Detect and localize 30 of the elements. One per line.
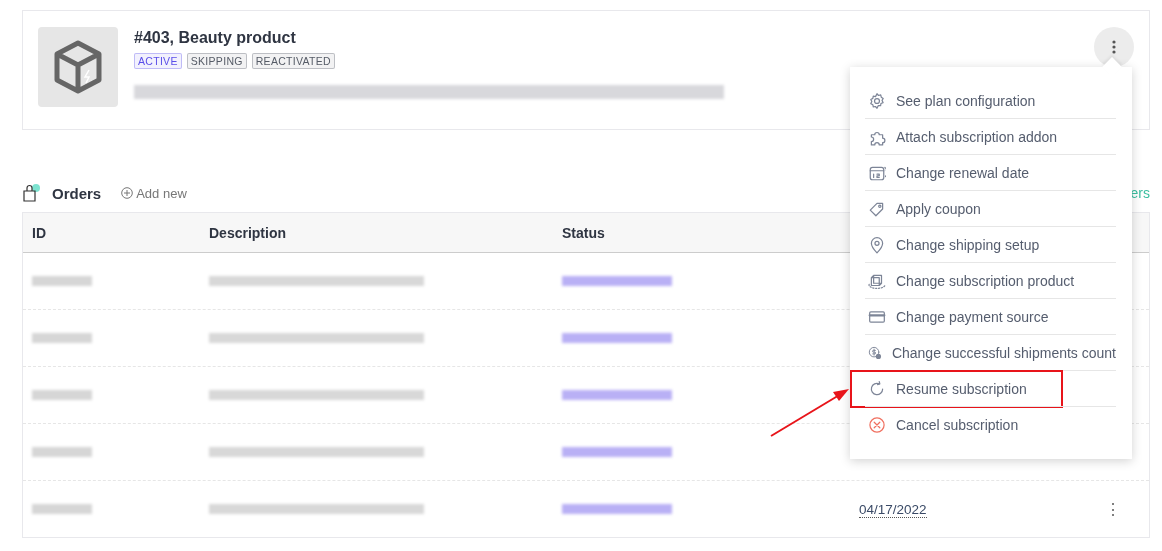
menu-item[interactable]: Change subscription product [865, 262, 1116, 298]
menu-item[interactable]: Resume subscription [865, 370, 1116, 406]
menu-item[interactable]: Change payment source [865, 298, 1116, 334]
shopping-bag-icon [22, 183, 42, 203]
date-link[interactable]: 04/17/2022 [859, 502, 927, 518]
box-icon [53, 40, 103, 94]
plus-circle-icon [121, 187, 134, 199]
column-header: Description [209, 224, 286, 241]
close-circle-icon [868, 415, 886, 434]
status-badge: ACTIVE [134, 53, 182, 69]
subscription-title: #403, Beauty product [134, 29, 297, 47]
row-menu-button[interactable]: ⋮ [1105, 499, 1121, 519]
menu-item[interactable]: Cancel subscription [865, 406, 1116, 442]
status-badge: REACTIVATED [251, 53, 335, 69]
settings-icon [868, 91, 886, 110]
menu-item[interactable]: Attach subscription addon [865, 118, 1116, 154]
section-title: Orders [52, 184, 102, 202]
menu-item[interactable]: Change successful shipments count [865, 334, 1116, 370]
menu-item[interactable]: Change renewal date [865, 154, 1116, 190]
add-new-link[interactable]: Add new [121, 185, 187, 201]
menu-item[interactable]: See plan configuration [865, 83, 1116, 118]
more-icon [1112, 40, 1116, 54]
column-header: Status [562, 224, 605, 241]
refresh-icon [868, 379, 886, 398]
more-options-button[interactable] [1094, 27, 1134, 67]
column-header: ID [32, 224, 46, 241]
menu-item[interactable]: Apply coupon [865, 190, 1116, 226]
menu-item[interactable]: Change shipping setup [865, 226, 1116, 262]
status-badge: SKIPPING [186, 53, 247, 69]
location-pin-icon [868, 235, 886, 254]
